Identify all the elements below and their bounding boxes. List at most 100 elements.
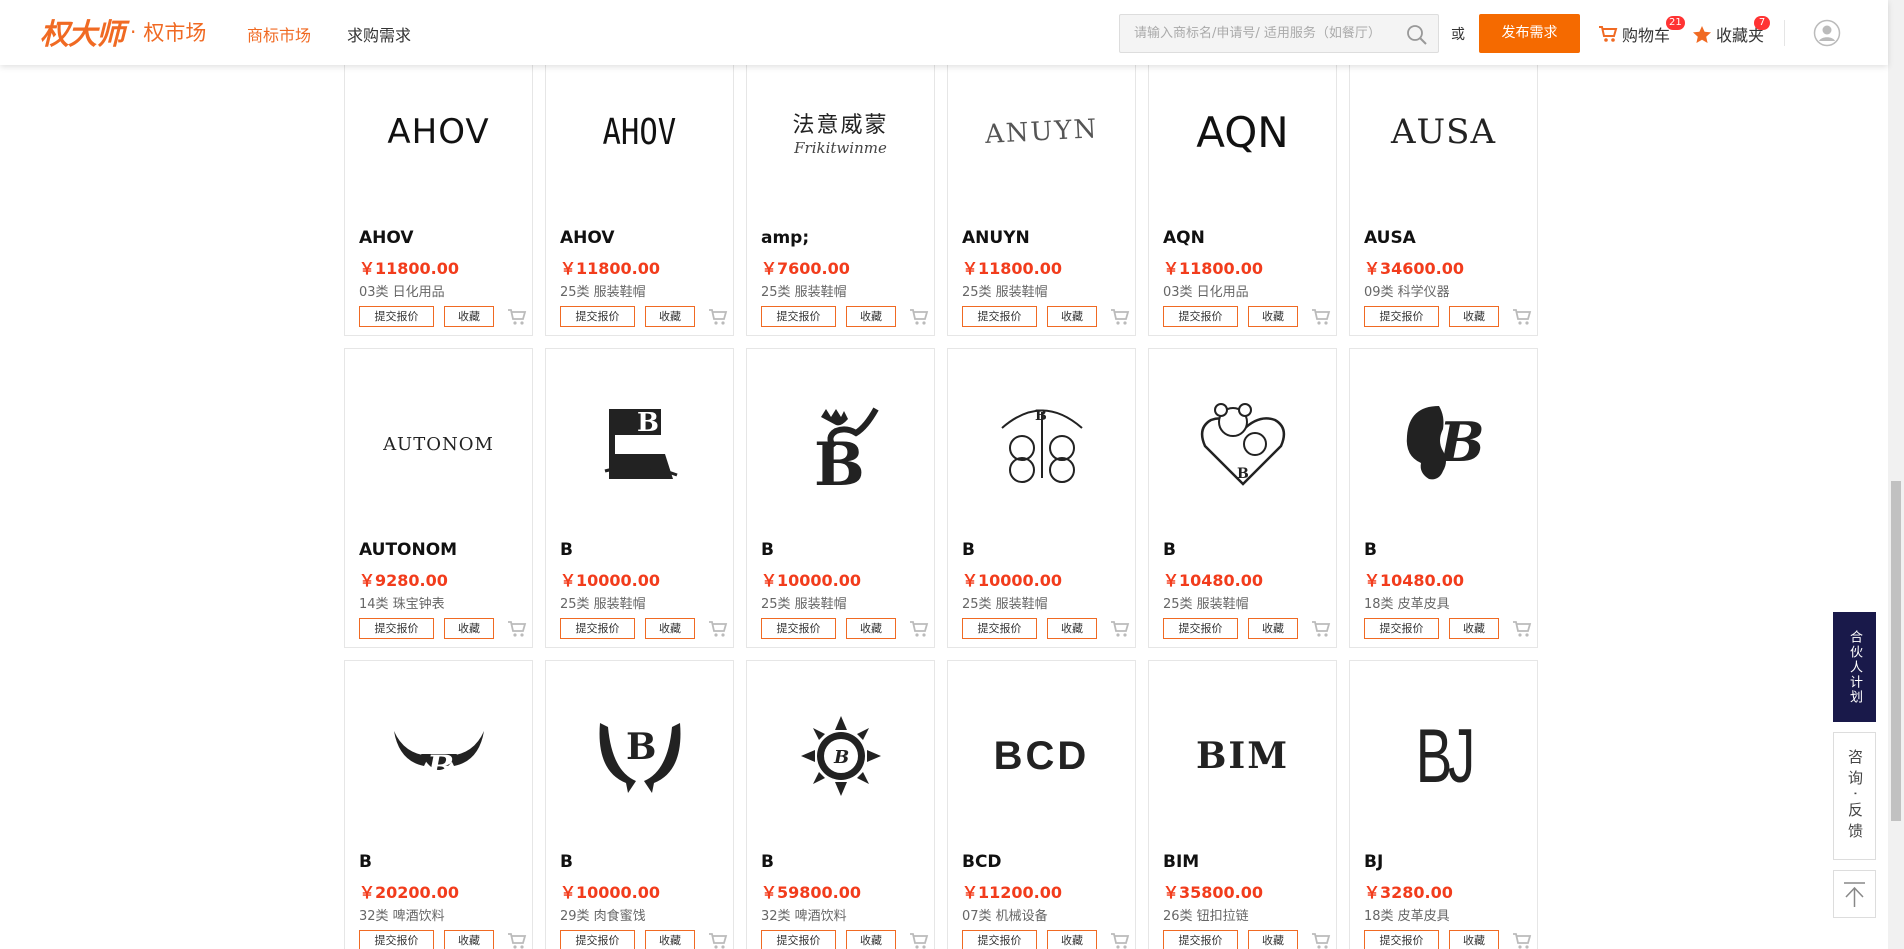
logo-dot: · <box>130 20 137 44</box>
nav-purchase-demand[interactable]: 求购需求 <box>347 22 411 46</box>
submit-quote-button[interactable]: 提交报价 <box>1364 930 1439 949</box>
trademark-category: 18类 皮革皮具 <box>1364 597 1450 612</box>
trademark-price: ￥11800.00 <box>560 259 661 278</box>
submit-quote-button[interactable]: 提交报价 <box>761 930 836 949</box>
trademark-category: 03类 日化用品 <box>1163 285 1249 300</box>
avatar-icon[interactable] <box>1813 19 1841 47</box>
trademark-card[interactable]: AUTONOM AUTONOM ￥9280.00 14类 珠宝钟表 提交报价 收… <box>344 348 533 648</box>
scrollbar-thumb[interactable] <box>1891 481 1901 821</box>
add-to-cart-icon[interactable] <box>507 620 527 638</box>
submit-quote-button[interactable]: 提交报价 <box>1364 618 1439 639</box>
partner-plan-button[interactable]: 合伙人计划 <box>1833 612 1876 722</box>
search-input[interactable] <box>1120 15 1390 52</box>
favorite-button[interactable]: 收藏 <box>1248 930 1298 949</box>
logo-script-sub: Frikitwinme <box>794 139 887 157</box>
submit-quote-button[interactable]: 提交报价 <box>560 618 635 639</box>
favorite-button[interactable]: 收藏 <box>846 306 896 327</box>
submit-quote-button[interactable]: 提交报价 <box>1163 306 1238 327</box>
submit-quote-button[interactable]: 提交报价 <box>962 930 1037 949</box>
submit-quote-button[interactable]: 提交报价 <box>1163 930 1238 949</box>
add-to-cart-icon[interactable] <box>1512 620 1532 638</box>
favorite-button[interactable]: 收藏 <box>1248 306 1298 327</box>
favorite-button[interactable]: 收藏 <box>846 618 896 639</box>
trademark-card[interactable]: 法意威蒙 Frikitwinme amp; ￥7600.00 25类 服装鞋帽 … <box>746 36 935 336</box>
trademark-card[interactable]: ANUYN ANUYN ￥11800.00 25类 服装鞋帽 提交报价 收藏 <box>947 36 1136 336</box>
favorite-button[interactable]: 收藏 <box>846 930 896 949</box>
main-nav: 商标市场 求购需求 <box>247 22 411 46</box>
logo-wordmark: BIM <box>1195 735 1290 777</box>
favorite-button[interactable]: 收藏 <box>1449 618 1499 639</box>
trademark-card[interactable]: AHOV AHOV ￥11800.00 03类 日化用品 提交报价 收藏 <box>344 36 533 336</box>
favorite-button[interactable]: 收藏 <box>645 618 695 639</box>
publish-demand-button[interactable]: 发布需求 <box>1479 14 1580 53</box>
favorite-button[interactable]: 收藏 <box>645 306 695 327</box>
submit-quote-button[interactable]: 提交报价 <box>359 306 434 327</box>
submit-quote-button[interactable]: 提交报价 <box>560 306 635 327</box>
search-icon[interactable] <box>1406 24 1428 46</box>
trademark-card[interactable]: B B ￥20200.00 32类 啤酒饮料 提交报价 收藏 <box>344 660 533 949</box>
favorite-button[interactable]: 收藏 <box>1248 618 1298 639</box>
trademark-category: 25类 服装鞋帽 <box>560 285 646 300</box>
favorite-button[interactable]: 收藏 <box>645 930 695 949</box>
add-to-cart-icon[interactable] <box>1512 308 1532 326</box>
trademark-card[interactable]: BJ BJ ￥3280.00 18类 皮革皮具 提交报价 收藏 <box>1349 660 1538 949</box>
consult-feedback-button[interactable]: 咨询·反馈 <box>1833 732 1876 860</box>
add-to-cart-icon[interactable] <box>1311 620 1331 638</box>
trademark-card[interactable]: B B ￥59800.00 32类 啤酒饮料 提交报价 收藏 <box>746 660 935 949</box>
back-to-top-button[interactable] <box>1833 870 1876 918</box>
favorite-button[interactable]: 收藏 <box>1047 930 1097 949</box>
trademark-card[interactable]: B B ￥10000.00 25类 服装鞋帽 提交报价 收藏 <box>947 348 1136 648</box>
submit-quote-button[interactable]: 提交报价 <box>359 930 434 949</box>
add-to-cart-icon[interactable] <box>909 932 929 949</box>
add-to-cart-icon[interactable] <box>708 620 728 638</box>
trademark-category: 18类 皮革皮具 <box>1364 909 1450 924</box>
trademark-card[interactable]: B B ￥10480.00 25类 服装鞋帽 提交报价 收藏 <box>1148 348 1337 648</box>
trademark-card[interactable]: B B ￥10000.00 25类 服装鞋帽 提交报价 收藏 <box>746 348 935 648</box>
submit-quote-button[interactable]: 提交报价 <box>560 930 635 949</box>
logo-wordmark: AUSA <box>1390 112 1497 152</box>
trademark-card[interactable]: B B ￥10000.00 29类 肉食蜜饯 提交报价 收藏 <box>545 660 734 949</box>
trademark-card[interactable]: AUSA AUSA ￥34600.00 09类 科学仪器 提交报价 收藏 <box>1349 36 1538 336</box>
submit-quote-button[interactable]: 提交报价 <box>761 618 836 639</box>
add-to-cart-icon[interactable] <box>1110 932 1130 949</box>
submit-quote-button[interactable]: 提交报价 <box>962 306 1037 327</box>
add-to-cart-icon[interactable] <box>1512 932 1532 949</box>
svg-text:B: B <box>426 748 454 786</box>
favorite-button[interactable]: 收藏 <box>1449 930 1499 949</box>
trademark-card[interactable]: AHOV AHOV ￥11800.00 25类 服装鞋帽 提交报价 收藏 <box>545 36 734 336</box>
trademark-card[interactable]: B B ￥10480.00 18类 皮革皮具 提交报价 收藏 <box>1349 348 1538 648</box>
cart-link[interactable]: 购物车 21 <box>1598 16 1685 46</box>
trademark-card[interactable]: AQN AQN ￥11800.00 03类 日化用品 提交报价 收藏 <box>1148 36 1337 336</box>
trademark-card[interactable]: B B ￥10000.00 25类 服装鞋帽 提交报价 收藏 <box>545 348 734 648</box>
add-to-cart-icon[interactable] <box>708 932 728 949</box>
trademark-card[interactable]: BCD BCD ￥11200.00 07类 机械设备 提交报价 收藏 <box>947 660 1136 949</box>
logo-wordmark: BCD <box>993 733 1090 778</box>
favorite-button[interactable]: 收藏 <box>444 930 494 949</box>
favorite-button[interactable]: 收藏 <box>1047 306 1097 327</box>
add-to-cart-icon[interactable] <box>1110 620 1130 638</box>
add-to-cart-icon[interactable] <box>909 620 929 638</box>
submit-quote-button[interactable]: 提交报价 <box>359 618 434 639</box>
add-to-cart-icon[interactable] <box>507 308 527 326</box>
add-to-cart-icon[interactable] <box>1311 308 1331 326</box>
add-to-cart-icon[interactable] <box>1110 308 1130 326</box>
favorite-button[interactable]: 收藏 <box>444 618 494 639</box>
add-to-cart-icon[interactable] <box>909 308 929 326</box>
submit-quote-button[interactable]: 提交报价 <box>1163 618 1238 639</box>
favorite-button[interactable]: 收藏 <box>1449 306 1499 327</box>
submit-quote-button[interactable]: 提交报价 <box>1364 306 1439 327</box>
add-to-cart-icon[interactable] <box>708 308 728 326</box>
site-logo[interactable]: 权大师 · 权市场 <box>40 12 206 52</box>
page-scrollbar[interactable] <box>1888 0 1904 949</box>
trademark-card[interactable]: BIM BIM ￥35800.00 26类 钮扣拉链 提交报价 收藏 <box>1148 660 1337 949</box>
submit-quote-button[interactable]: 提交报价 <box>962 618 1037 639</box>
trademark-category: 25类 服装鞋帽 <box>962 597 1048 612</box>
add-to-cart-icon[interactable] <box>507 932 527 949</box>
nav-trademark-market[interactable]: 商标市场 <box>247 22 311 46</box>
submit-quote-button[interactable]: 提交报价 <box>761 306 836 327</box>
favorites-link[interactable]: 收藏夹 7 <box>1692 16 1770 46</box>
add-to-cart-icon[interactable] <box>1311 932 1331 949</box>
favorite-button[interactable]: 收藏 <box>1047 618 1097 639</box>
trademark-logo-image: BJ <box>1350 661 1537 851</box>
favorite-button[interactable]: 收藏 <box>444 306 494 327</box>
